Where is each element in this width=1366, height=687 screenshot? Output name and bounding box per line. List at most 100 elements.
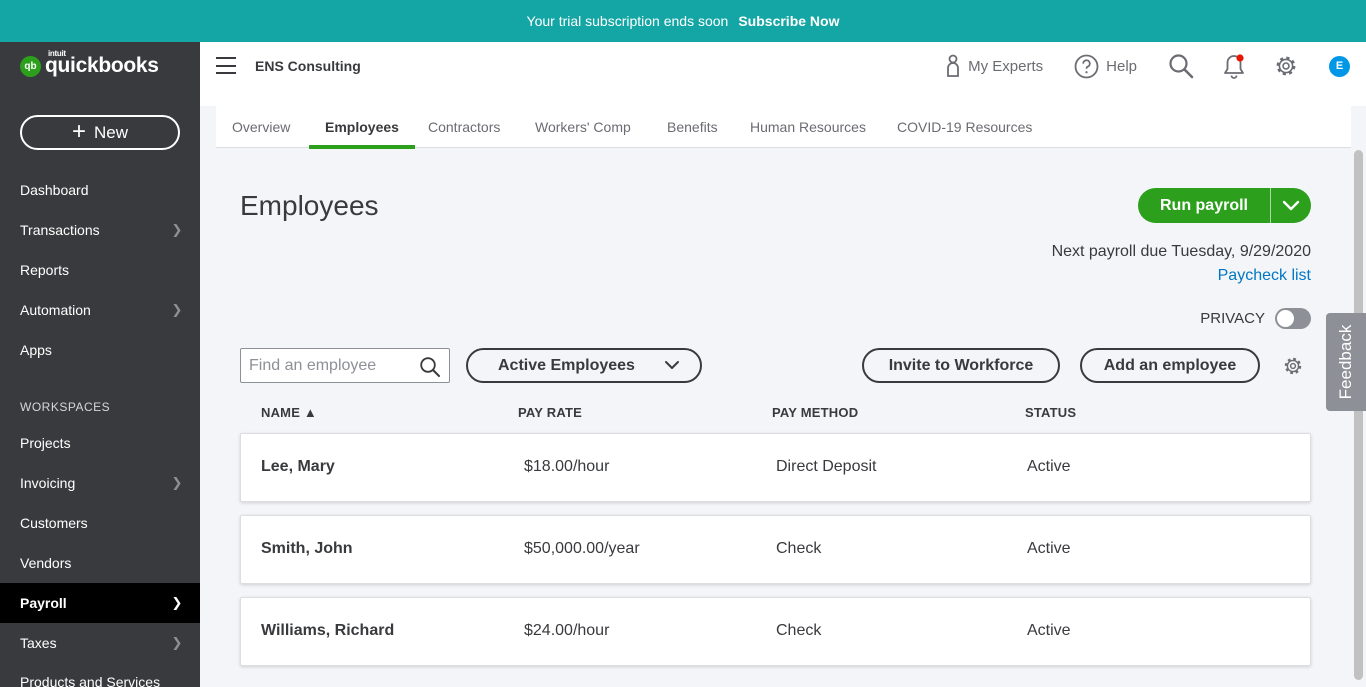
column-header-pay-rate[interactable]: PAY RATE xyxy=(518,405,582,420)
new-button-label: New xyxy=(94,122,129,142)
sidebar-item-reports[interactable]: Reports xyxy=(0,250,200,290)
pay-method: Direct Deposit xyxy=(776,458,877,475)
search-icon xyxy=(420,357,440,377)
qb-logo-icon: qb xyxy=(20,55,41,77)
paycheck-list-link[interactable]: Paycheck list xyxy=(1218,267,1311,285)
help-label: Help xyxy=(1106,57,1137,75)
pay-method: Check xyxy=(776,622,822,639)
run-payroll-button[interactable]: Run payroll xyxy=(1138,188,1271,223)
chevron-down-icon xyxy=(665,361,679,369)
column-header-pay-method[interactable]: PAY METHOD xyxy=(772,405,858,420)
user-avatar[interactable]: E xyxy=(1329,55,1350,77)
tab-human-resources[interactable]: Human Resources xyxy=(750,106,866,148)
tab-benefits[interactable]: Benefits xyxy=(667,106,718,148)
help-icon xyxy=(1074,54,1099,78)
logo-intuit: intuit xyxy=(48,49,66,58)
sidebar-item-label: Apps xyxy=(20,342,52,358)
run-payroll-button-group: Run payroll xyxy=(1138,188,1311,223)
table-settings-gear-icon[interactable] xyxy=(1282,355,1304,377)
sidebar-item-label: Taxes xyxy=(20,635,57,651)
chevron-right-icon: ❯ xyxy=(171,302,183,317)
feedback-label: Feedback xyxy=(1336,324,1355,400)
next-payroll-due: Next payroll due Tuesday, 9/29/2020 xyxy=(1051,243,1311,260)
employee-name[interactable]: Lee, Mary xyxy=(261,458,335,476)
sidebar-item-payroll[interactable]: Payroll ❯ xyxy=(0,583,200,623)
sidebar-item-transactions[interactable]: Transactions ❯ xyxy=(0,210,200,250)
tab-contractors[interactable]: Contractors xyxy=(428,106,500,148)
table-row[interactable]: Williams, Richard $24.00/hour Check Acti… xyxy=(240,597,1311,666)
quickbooks-logo[interactable]: qb intuit quickbooks xyxy=(20,49,159,78)
my-experts-button[interactable]: My Experts xyxy=(945,54,1043,78)
settings-button[interactable] xyxy=(1273,53,1299,79)
privacy-toggle[interactable] xyxy=(1275,308,1311,329)
page-title: Employees xyxy=(240,190,379,221)
page-scrollbar[interactable] xyxy=(1354,150,1363,680)
sidebar-item-dashboard[interactable]: Dashboard xyxy=(0,170,200,210)
employee-status-filter[interactable]: Active Employees xyxy=(466,348,702,383)
employee-name[interactable]: Smith, John xyxy=(261,540,353,558)
sidebar-item-label: Projects xyxy=(20,435,71,451)
tab-covid-19-resources[interactable]: COVID-19 Resources xyxy=(897,106,1032,148)
sidebar-item-projects[interactable]: Projects xyxy=(0,423,200,463)
add-employee-button[interactable]: Add an employee xyxy=(1080,348,1260,383)
filter-selected-value: Active Employees xyxy=(498,356,635,374)
pay-rate: $50,000.00/year xyxy=(524,540,640,557)
expert-person-icon xyxy=(947,54,960,77)
new-button[interactable]: + New xyxy=(20,115,180,150)
notifications-button[interactable] xyxy=(1222,53,1246,79)
logo-wordmark: intuit quickbooks xyxy=(45,49,159,78)
bell-icon xyxy=(1224,54,1244,79)
sidebar-item-label: Dashboard xyxy=(20,182,89,198)
sidebar-item-vendors[interactable]: Vendors xyxy=(0,543,200,583)
search-icon xyxy=(1169,54,1194,79)
trial-message: Your trial subscription ends soon xyxy=(526,13,729,29)
subscribe-now-link[interactable]: Subscribe Now xyxy=(738,13,839,29)
employee-status: Active xyxy=(1027,540,1071,557)
sidebar-item-label: Invoicing xyxy=(20,475,76,491)
chevron-down-icon xyxy=(1282,200,1300,210)
sidebar-item-automation[interactable]: Automation ❯ xyxy=(0,290,200,330)
column-header-name[interactable]: NAME ▲ xyxy=(261,405,317,420)
gear-icon xyxy=(1276,56,1296,76)
pay-rate: $18.00/hour xyxy=(524,458,610,475)
invite-to-workforce-button[interactable]: Invite to Workforce xyxy=(862,348,1060,383)
payroll-tabs: Overview Employees Contractors Workers' … xyxy=(216,106,1351,149)
sidebar-item-label: Transactions xyxy=(20,222,100,238)
sidebar-item-customers[interactable]: Customers xyxy=(0,503,200,543)
sidebar-item-apps[interactable]: Apps xyxy=(0,330,200,370)
sidebar-item-invoicing[interactable]: Invoicing ❯ xyxy=(0,463,200,503)
sidebar-item-label: Products and Services xyxy=(20,674,161,687)
chevron-right-icon: ❯ xyxy=(171,635,183,650)
sidebar-item-label: Payroll xyxy=(20,595,67,611)
employee-search-input[interactable] xyxy=(241,356,406,375)
table-row[interactable]: Lee, Mary $18.00/hour Direct Deposit Act… xyxy=(240,433,1311,502)
sidebar-item-taxes[interactable]: Taxes ❯ xyxy=(0,623,200,663)
top-bar-actions: My Experts Help E xyxy=(945,52,1350,80)
employee-name[interactable]: Williams, Richard xyxy=(261,622,394,640)
tab-overview[interactable]: Overview xyxy=(232,106,290,148)
table-row[interactable]: Smith, John $50,000.00/year Check Active xyxy=(240,515,1311,584)
tab-employees[interactable]: Employees xyxy=(309,106,415,149)
column-header-status[interactable]: STATUS xyxy=(1025,405,1076,420)
hamburger-menu-icon[interactable] xyxy=(216,57,236,74)
my-experts-label: My Experts xyxy=(968,57,1044,75)
run-payroll-dropdown[interactable] xyxy=(1271,188,1311,223)
sidebar-item-label: Reports xyxy=(20,262,70,278)
employee-search xyxy=(240,348,450,383)
sidebar-item-label: Customers xyxy=(20,515,88,531)
sidebar-item-label: Vendors xyxy=(20,555,72,571)
sidebar-item-products-and-services[interactable]: Products and Services xyxy=(0,662,200,687)
chevron-right-icon: ❯ xyxy=(171,475,183,490)
chevron-right-icon: ❯ xyxy=(171,595,183,610)
employee-status: Active xyxy=(1027,458,1071,475)
trial-banner: Your trial subscription ends soon Subscr… xyxy=(0,0,1366,42)
top-bar: ENS Consulting My Experts Help E xyxy=(200,42,1366,92)
sidebar-item-label: Automation xyxy=(20,302,91,318)
tab-workers-comp[interactable]: Workers' Comp xyxy=(535,106,631,148)
help-button[interactable]: Help xyxy=(1074,54,1137,79)
privacy-control: PRIVACY xyxy=(1200,308,1311,329)
pay-method: Check xyxy=(776,540,822,557)
search-button[interactable] xyxy=(1168,53,1194,79)
feedback-tab[interactable]: Feedback xyxy=(1326,313,1366,411)
chevron-right-icon: ❯ xyxy=(171,222,183,237)
